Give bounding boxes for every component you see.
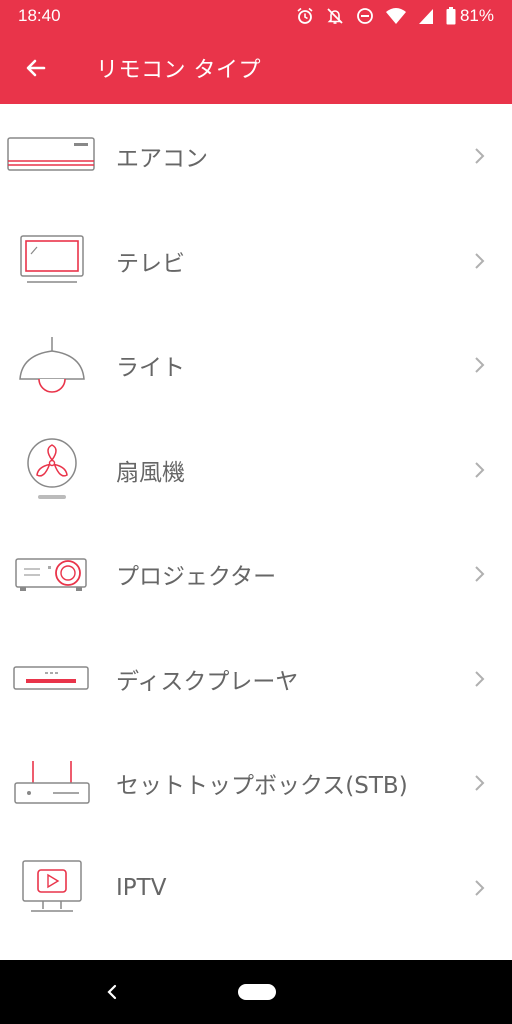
list-item-label: ディスクプレーヤ [116,668,299,695]
list-item-label: テレビ [116,250,185,277]
tv-icon [0,209,104,313]
list-item-air-conditioner[interactable]: エアコン [0,104,512,209]
signal-icon [418,9,433,24]
list-item-label: 扇風機 [116,459,185,486]
list-item-set-top-box[interactable]: セットトップボックス(STB) [0,731,512,836]
wifi-icon [385,8,406,24]
fan-icon [0,418,104,522]
iptv-icon [0,836,104,940]
chevron-right-icon [466,879,494,897]
back-button[interactable] [0,32,72,104]
battery-icon [446,7,456,25]
nav-back-icon[interactable] [100,980,124,1004]
chevron-right-icon [466,461,494,479]
notifications-off-icon [327,8,343,24]
arrow-back-icon [26,59,46,77]
list-item-fan[interactable]: 扇風機 [0,418,512,523]
chevron-right-icon [466,147,494,165]
list-item-tv[interactable]: テレビ [0,209,512,314]
list-item-light[interactable]: ライト [0,313,512,418]
remote-type-list: エアコン テレビ ライト 扇風機 プロジェクター ディスクプレーヤ セットトップ… [0,104,512,940]
chevron-right-icon [466,670,494,688]
list-item-label: ライト [116,355,185,382]
chevron-right-icon [466,774,494,792]
system-nav-bar [0,960,512,1024]
nav-home-button[interactable] [238,984,276,1000]
list-item-iptv[interactable]: IPTV [0,836,512,941]
disc-player-icon [0,627,104,731]
list-item-label: セットトップボックス(STB) [116,773,408,800]
chevron-right-icon [466,252,494,270]
status-time: 18:40 [18,6,61,25]
list-item-disc-player[interactable]: ディスクプレーヤ [0,627,512,732]
projector-icon [0,522,104,626]
chevron-right-icon [466,356,494,374]
set-top-box-icon [0,731,104,835]
do-not-disturb-icon [357,8,373,24]
alarm-icon [297,7,313,24]
list-item-label: エアコン [116,146,208,173]
battery-percent: 81% [459,6,494,25]
list-item-projector[interactable]: プロジェクター [0,522,512,627]
status-bar: 18:40 81% [0,0,512,32]
app-bar: リモコン タイプ [0,32,512,104]
air-conditioner-icon [0,104,104,208]
status-icons: 81% [296,6,494,26]
list-item-label: IPTV [116,874,167,901]
list-item-label: プロジェクター [116,564,277,591]
chevron-right-icon [466,565,494,583]
light-icon [0,313,104,417]
page-title: リモコン タイプ [96,58,261,83]
